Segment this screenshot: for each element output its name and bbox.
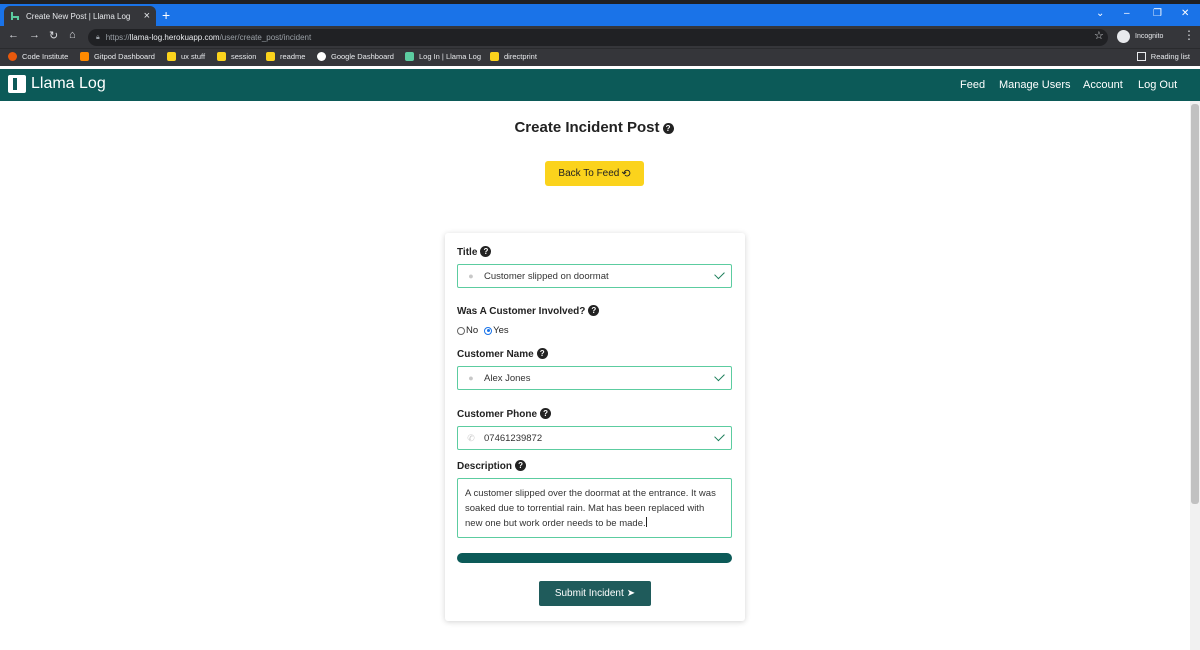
text-caret [645, 517, 647, 527]
radio-no-label: No [466, 325, 479, 336]
description-value: A customer slipped over the doormat at t… [465, 488, 716, 529]
llama-favicon-icon [11, 12, 19, 20]
minimize-icon[interactable]: – [1124, 8, 1130, 19]
tab-strip: Create New Post | Llama Log × + ⌄ – ❐ ✕ [0, 4, 1200, 26]
llama-logo-icon [8, 75, 26, 93]
bookmark-session[interactable]: session [217, 52, 256, 61]
form-progress-bar [457, 553, 732, 563]
submit-incident-button[interactable]: Submit Incident ➤ [539, 581, 651, 606]
bookmark-google-dashboard[interactable]: Google Dashboard [317, 52, 394, 61]
back-arrow-icon[interactable]: ← [8, 29, 19, 41]
back-to-feed-button[interactable]: Back To Feed ⟲ [545, 161, 644, 186]
reading-list[interactable]: Reading list [1136, 52, 1190, 61]
phone-icon: ✆ [467, 432, 475, 443]
close-tab-icon[interactable]: × [144, 10, 150, 22]
undo-arrow-icon: ⟲ [621, 168, 631, 180]
bookmark-ux-stuff[interactable]: ux stuff [167, 52, 205, 61]
home-icon[interactable]: ⌂ [69, 29, 76, 41]
help-icon[interactable]: ? [540, 408, 552, 419]
reading-list-icon [1136, 52, 1146, 61]
gitpod-icon [80, 52, 89, 61]
nav-link-feed[interactable]: Feed [960, 79, 985, 91]
folder-icon [490, 52, 499, 61]
back-to-feed-label: Back To Feed [558, 168, 620, 179]
radio-no[interactable] [457, 326, 465, 335]
help-icon[interactable]: ? [662, 123, 674, 134]
browser-menu-icon[interactable]: ⋮ [1183, 28, 1195, 42]
bookmarks-bar: Code Institute Gitpod Dashboard ux stuff… [0, 48, 1200, 66]
forward-arrow-icon[interactable]: → [29, 29, 40, 41]
url-scheme: https:// [105, 33, 130, 42]
submit-incident-label: Submit Incident [554, 588, 624, 599]
valid-check-icon [714, 370, 725, 382]
user-icon: ● [468, 271, 474, 281]
customer-phone-label: Customer Phone? [457, 408, 552, 420]
tab-title: Create New Post | Llama Log [26, 11, 131, 21]
description-label: Description? [457, 460, 527, 472]
customer-name-value: Alex Jones [484, 372, 531, 384]
nav-link-account[interactable]: Account [1083, 79, 1123, 91]
valid-check-icon [714, 430, 725, 442]
title-input[interactable]: ● Customer slipped on doormat [457, 264, 732, 288]
page-title-text: Create Incident Post [514, 119, 660, 136]
restore-icon[interactable]: ❐ [1153, 8, 1162, 19]
customer-involved-radio-group: No Yes [457, 325, 509, 336]
url-path: /user/create_post/incident [219, 33, 312, 42]
folder-icon [266, 52, 275, 61]
customer-involved-label: Was A Customer Involved?? [457, 305, 600, 317]
incident-form-card: Title? ● Customer slipped on doormat Was… [445, 233, 745, 621]
help-icon[interactable]: ? [536, 348, 548, 359]
customer-phone-value: 07461239872 [484, 432, 543, 444]
help-icon[interactable]: ? [588, 305, 600, 316]
close-window-icon[interactable]: ✕ [1181, 8, 1189, 19]
nav-link-manage-users[interactable]: Manage Users [999, 79, 1071, 91]
folder-icon [217, 52, 226, 61]
page-scrollbar-thumb[interactable] [1191, 104, 1199, 504]
site-navbar: Llama Log Feed Manage Users Account Log … [0, 69, 1200, 101]
incognito-label: Incognito [1135, 33, 1164, 40]
page-title: Create Incident Post? [0, 119, 1188, 136]
url-host: llama-log.herokuapp.com [129, 33, 220, 42]
valid-check-icon [714, 268, 725, 280]
brand-name: Llama Log [31, 75, 106, 92]
description-textarea[interactable]: A customer slipped over the doormat at t… [457, 478, 732, 538]
help-icon[interactable]: ? [515, 460, 527, 471]
google-icon [317, 52, 326, 61]
llama-favicon-icon [405, 52, 414, 61]
folder-icon [167, 52, 176, 61]
bookmark-gitpod-dashboard[interactable]: Gitpod Dashboard [80, 52, 155, 61]
browser-toolbar: ← → ↻ ⌂ 🔒︎ https://llama-log.herokuapp.c… [0, 26, 1200, 48]
customer-name-label: Customer Name? [457, 348, 548, 360]
users-icon: ● [468, 373, 474, 383]
browser-tab[interactable]: Create New Post | Llama Log × [4, 6, 156, 26]
bookmark-directprint[interactable]: directprint [490, 52, 537, 61]
customer-name-input[interactable]: ● Alex Jones [457, 366, 732, 390]
brand-logo-link[interactable]: Llama Log [8, 75, 106, 93]
bookmark-star-icon[interactable]: ☆ [1094, 29, 1104, 42]
radio-yes-label: Yes [493, 325, 509, 336]
nav-link-log-out[interactable]: Log Out [1138, 79, 1177, 91]
tab-search-icon[interactable]: ⌄ [1096, 8, 1104, 19]
radio-yes[interactable] [484, 326, 493, 335]
incognito-icon [1117, 30, 1130, 43]
title-value: Customer slipped on doormat [484, 270, 609, 282]
incognito-indicator[interactable]: Incognito [1117, 30, 1163, 43]
code-institute-icon [8, 52, 17, 61]
bookmark-code-institute[interactable]: Code Institute [8, 52, 68, 61]
help-icon[interactable]: ? [480, 246, 492, 257]
customer-phone-input[interactable]: ✆ 07461239872 [457, 426, 732, 450]
bookmark-llama-log-login[interactable]: Log In | Llama Log [405, 52, 481, 61]
title-label: Title? [457, 246, 492, 258]
bookmark-readme[interactable]: readme [266, 52, 305, 61]
new-tab-icon[interactable]: + [162, 7, 170, 23]
reload-icon[interactable]: ↻ [49, 29, 58, 42]
paper-plane-icon: ➤ [626, 588, 636, 599]
lock-icon: 🔒︎ [96, 33, 100, 41]
address-bar[interactable]: 🔒︎ https://llama-log.herokuapp.com/user/… [88, 29, 1108, 46]
